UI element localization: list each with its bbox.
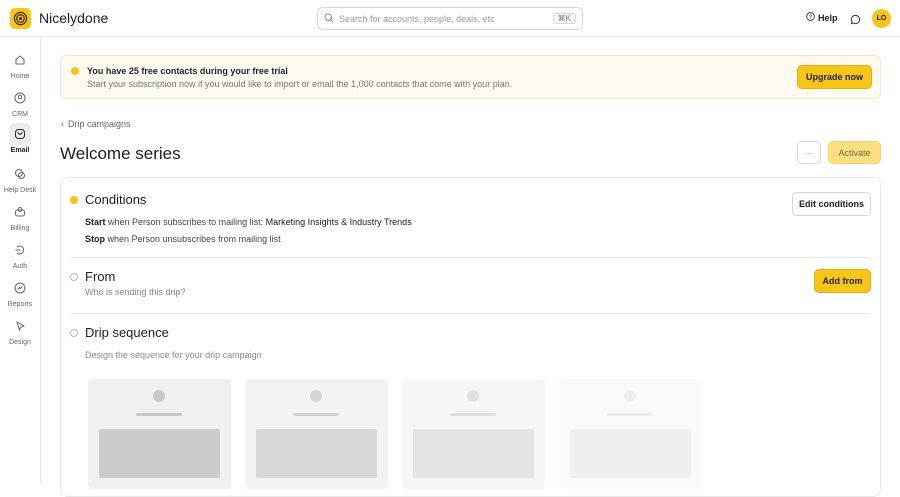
drip-sequence-heading: Drip sequence: [85, 325, 169, 340]
search-icon: [324, 12, 334, 25]
breadcrumb[interactable]: ‹ Drip campaigns: [61, 119, 131, 129]
sidebar-item-auth[interactable]: Auth: [0, 239, 40, 270]
sidebar-item-design[interactable]: Design: [0, 315, 40, 346]
banner-title: You have 25 free contacts during your fr…: [87, 66, 288, 76]
top-bar: Nicelydone Search for accounts, people, …: [0, 0, 900, 37]
avatar[interactable]: LO: [872, 9, 891, 28]
home-icon: [9, 49, 31, 71]
divider: [70, 257, 870, 258]
from-heading: From: [85, 269, 116, 284]
sidebar-item-label: Home: [10, 73, 30, 80]
auth-icon: [9, 239, 31, 261]
activate-button[interactable]: Activate: [828, 141, 881, 164]
reports-icon: [9, 277, 31, 299]
sidebar-item-label: Design: [9, 339, 31, 346]
conditions-heading: Conditions: [85, 192, 147, 207]
upgrade-now-button[interactable]: Upgrade now: [797, 65, 872, 89]
email-placeholder-card: [402, 379, 545, 489]
svg-text:?: ?: [809, 15, 812, 21]
help-icon: ?: [806, 12, 815, 23]
from-subtitle: Who is sending this drip?: [85, 287, 186, 297]
page-title: Welcome series: [60, 144, 181, 163]
divider: [70, 313, 870, 314]
email-placeholder-card: [559, 379, 702, 489]
sidebar-item-label: Auth: [12, 263, 28, 270]
edit-conditions-button[interactable]: Edit conditions: [792, 192, 871, 216]
sidebar-item-help-desk[interactable]: Help Desk: [0, 163, 40, 194]
app-name: Nicelydone: [39, 10, 109, 26]
start-condition: Start when Person subscribes to mailing …: [85, 217, 412, 227]
contact-icon: [9, 87, 31, 109]
search-shortcut: ⌘K: [552, 13, 576, 24]
sidebar-item-label: Help Desk: [3, 187, 37, 194]
help-button[interactable]: ? Help: [806, 12, 838, 23]
email-placeholder-card: [245, 379, 388, 489]
help-desk-icon: [9, 163, 31, 185]
sidebar-item-label: Email: [10, 147, 30, 154]
sidebar-item-email[interactable]: Email: [0, 123, 40, 154]
chat-icon[interactable]: [850, 12, 861, 30]
drip-sequence-subtitle: Design the sequence for your drip campai…: [85, 350, 262, 360]
search-placeholder: Search for accounts, people, deals, etc: [339, 13, 495, 24]
check-pending-icon: [70, 329, 78, 337]
breadcrumb-link[interactable]: Drip campaigns: [68, 119, 131, 129]
chevron-left-icon: ‹: [61, 119, 64, 129]
add-from-button[interactable]: Add from: [814, 269, 871, 293]
sidebar-item-billing[interactable]: Billing: [0, 201, 40, 232]
help-label: Help: [818, 12, 838, 23]
sidebar-item-crm[interactable]: CRM: [0, 87, 40, 118]
email-icon: [9, 123, 31, 145]
sidebar-item-label: Billing: [10, 225, 30, 232]
sidebar-item-label: CRM: [12, 111, 28, 118]
cursor-icon: [9, 315, 31, 337]
stop-condition: Stop when Person unsubscribes from maili…: [85, 234, 281, 244]
sidebar-item-label: Reports: [7, 301, 33, 308]
info-icon: [71, 67, 79, 75]
sidebar: Home CRM Email Help Desk Billing Auth Re…: [0, 37, 41, 484]
check-complete-icon: [70, 196, 78, 204]
search-input[interactable]: Search for accounts, people, deals, etc …: [317, 7, 583, 30]
more-options-button[interactable]: ···: [797, 141, 821, 164]
sidebar-item-home[interactable]: Home: [0, 49, 40, 80]
email-placeholder-card: [88, 379, 231, 489]
banner-text: Start your subscription now if you would…: [87, 79, 513, 89]
check-pending-icon: [70, 273, 78, 281]
trial-banner: You have 25 free contacts during your fr…: [60, 55, 881, 99]
billing-icon: [9, 201, 31, 223]
logo-icon[interactable]: [10, 8, 31, 29]
sidebar-item-reports[interactable]: Reports: [0, 277, 40, 308]
